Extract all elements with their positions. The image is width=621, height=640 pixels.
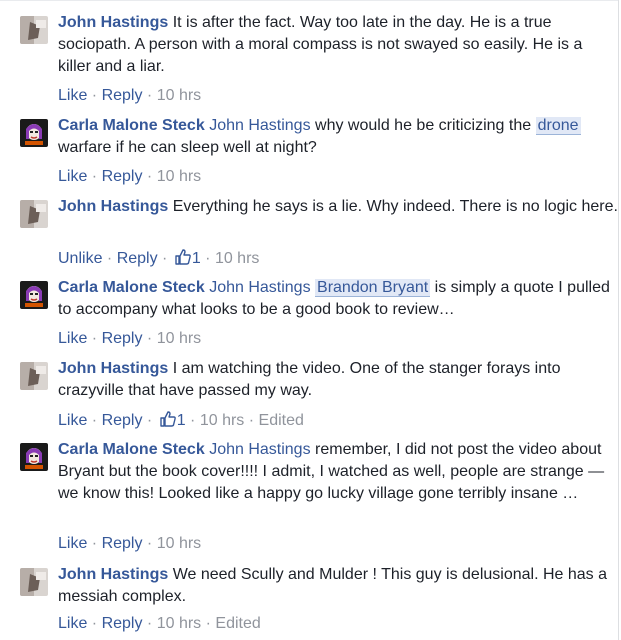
carla-avatar[interactable]: [20, 281, 48, 309]
comment-text: Everything he says is a lie. Why indeed.…: [172, 198, 618, 215]
comment-body: Carla Malone Steck John Hastings why wou…: [58, 115, 618, 159]
comment-actions: Like · Reply · 10 hrs · Edited: [58, 615, 261, 632]
reply-link[interactable]: Reply: [117, 250, 158, 267]
comment-body: John Hastings Everything he says is a li…: [58, 196, 618, 218]
highlighted-link[interactable]: drone: [535, 117, 581, 135]
like-link[interactable]: Like: [58, 615, 87, 632]
mention-link[interactable]: John Hastings: [209, 117, 310, 134]
like-link[interactable]: Like: [58, 168, 87, 185]
mention-link[interactable]: John Hastings: [209, 279, 310, 296]
john-avatar[interactable]: [20, 568, 48, 596]
timestamp[interactable]: 10 hrs: [215, 250, 259, 267]
comment-author[interactable]: Carla Malone Steck: [58, 117, 205, 134]
divider: [0, 0, 618, 1]
comment-body: John Hastings It is after the fact. Way …: [58, 12, 618, 78]
comment-author[interactable]: John Hastings: [58, 360, 168, 377]
comment-body: John Hastings I am watching the video. O…: [58, 358, 618, 402]
comment-body: Carla Malone Steck John Hastings Brandon…: [58, 277, 618, 321]
comment-actions: Like · Reply · 10 hrs: [58, 168, 202, 185]
timestamp[interactable]: 10 hrs: [200, 412, 244, 429]
comment-actions: Unlike · Reply · 1 · 10 hrs: [58, 249, 260, 267]
reply-link[interactable]: Reply: [102, 168, 143, 185]
highlighted-link[interactable]: Brandon Bryant: [315, 279, 431, 297]
comment-thread: John Hastings It is after the fact. Way …: [0, 0, 619, 640]
reply-link[interactable]: Reply: [102, 330, 143, 347]
like-link[interactable]: Like: [58, 330, 87, 347]
reply-link[interactable]: Reply: [102, 615, 143, 632]
comment-text: why would he be criticizing the: [315, 117, 532, 134]
john-avatar[interactable]: [20, 16, 48, 44]
timestamp[interactable]: 10 hrs: [157, 87, 201, 104]
comment-text: warfare if he can sleep well at night?: [58, 139, 317, 156]
like-count[interactable]: 1: [172, 249, 201, 267]
comment-author[interactable]: John Hastings: [58, 14, 168, 31]
comment-actions: Like · Reply · 10 hrs: [58, 330, 202, 347]
like-link[interactable]: Like: [58, 535, 87, 552]
john-avatar[interactable]: [20, 200, 48, 228]
like-link[interactable]: Like: [58, 412, 87, 429]
like-count-value: 1: [191, 250, 201, 267]
john-avatar[interactable]: [20, 362, 48, 390]
like-link[interactable]: Like: [58, 87, 87, 104]
timestamp[interactable]: 10 hrs: [157, 615, 201, 632]
comment-body: John Hastings We need Scully and Mulder …: [58, 564, 618, 608]
carla-avatar[interactable]: [20, 443, 48, 471]
timestamp[interactable]: 10 hrs: [157, 330, 201, 347]
comment-author[interactable]: John Hastings: [58, 566, 168, 583]
comment-body: Carla Malone Steck John Hastings remembe…: [58, 439, 618, 505]
comment-author[interactable]: Carla Malone Steck: [58, 279, 205, 296]
unlike-link[interactable]: Unlike: [58, 250, 102, 267]
reply-link[interactable]: Reply: [102, 87, 143, 104]
thumbs-up-icon: [175, 249, 191, 265]
comment-actions: Like · Reply · 10 hrs: [58, 87, 202, 104]
like-count-value: 1: [176, 412, 186, 429]
edited-label[interactable]: Edited: [215, 615, 260, 632]
mention-link[interactable]: John Hastings: [209, 441, 310, 458]
edited-label[interactable]: Edited: [259, 412, 304, 429]
timestamp[interactable]: 10 hrs: [157, 535, 201, 552]
comment-author[interactable]: Carla Malone Steck: [58, 441, 205, 458]
comment-actions: Like · Reply · 10 hrs: [58, 535, 202, 552]
comment-author[interactable]: John Hastings: [58, 198, 168, 215]
carla-avatar[interactable]: [20, 119, 48, 147]
timestamp[interactable]: 10 hrs: [157, 168, 201, 185]
reply-link[interactable]: Reply: [102, 412, 143, 429]
reply-link[interactable]: Reply: [102, 535, 143, 552]
like-count[interactable]: 1: [157, 411, 186, 429]
thumbs-up-icon: [160, 411, 176, 427]
comment-actions: Like · Reply · 1 · 10 hrs · Edited: [58, 411, 304, 429]
